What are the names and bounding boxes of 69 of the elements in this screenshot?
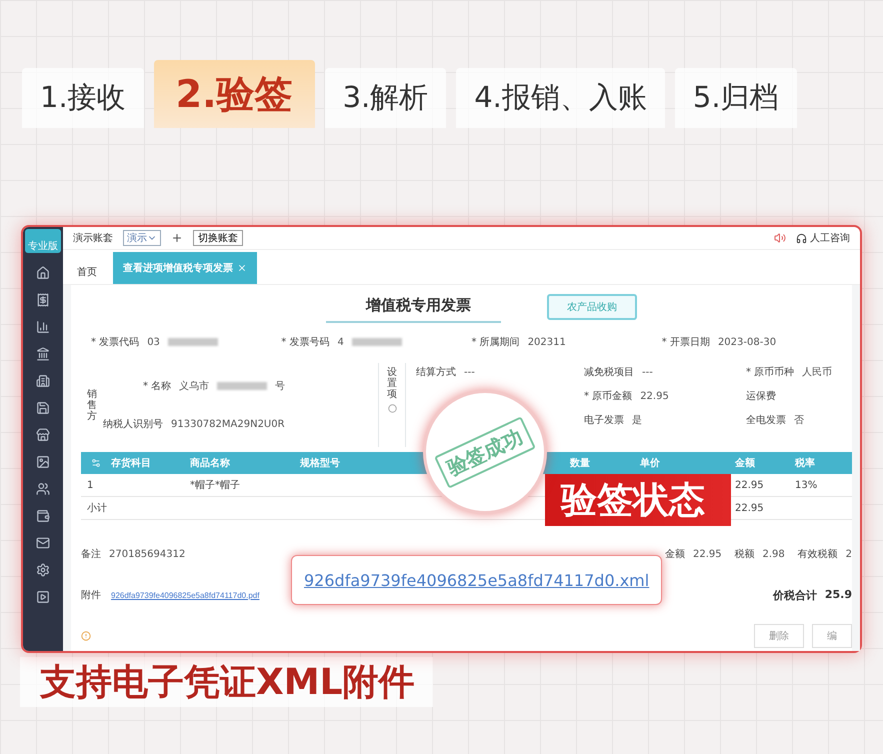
blurred-value bbox=[217, 382, 268, 390]
step-tab[interactable]: 2.验签 bbox=[154, 60, 315, 128]
seller-tax-id: 纳税人识别号 91330782MA29N2U0R bbox=[103, 418, 286, 431]
attachment-label: 附件 bbox=[81, 589, 101, 602]
seller-name: * 名称 义乌市 号 bbox=[143, 380, 286, 393]
table-cell-text: *帽子*帽子 bbox=[190, 479, 240, 492]
switch-button[interactable]: 切换账套 bbox=[193, 230, 243, 246]
step-tab[interactable]: 3.解析 bbox=[324, 68, 446, 128]
invoice-field: * 原币金额 22.95 bbox=[584, 389, 669, 403]
invoice-title: 增值税专用发票 bbox=[326, 292, 501, 322]
table-cell: 22.95 bbox=[735, 480, 764, 490]
invoice-field: 运保费 bbox=[746, 389, 776, 403]
speaker-icon bbox=[774, 232, 786, 244]
account-select[interactable]: 演示 bbox=[123, 230, 161, 246]
column-header: 数量 bbox=[570, 456, 590, 470]
people-icon[interactable] bbox=[36, 482, 50, 496]
page-tab[interactable]: 首页 bbox=[75, 260, 99, 284]
column-header: 商品名称 bbox=[190, 456, 230, 470]
chart-icon[interactable] bbox=[36, 320, 50, 334]
step-tab[interactable]: 1.接收 bbox=[22, 68, 144, 128]
step-tab[interactable]: 4.报销、入账 bbox=[456, 68, 665, 128]
support-link[interactable]: 人工咨询 bbox=[796, 231, 850, 245]
invoice-field: * 发票代码 03 bbox=[91, 335, 218, 349]
mail-icon[interactable] bbox=[36, 536, 50, 550]
caption: 支持电子凭证XML附件 bbox=[20, 657, 433, 707]
total-field: 金额 22.95 bbox=[665, 547, 722, 561]
column-header: 存货科目 bbox=[111, 456, 151, 470]
xml-callout: 926dfa9739fe4096825e5a8fd74117d0.xml bbox=[291, 555, 662, 605]
invoice-field: 减免税项目 --- bbox=[584, 365, 653, 379]
column-header: 单价 bbox=[640, 456, 660, 470]
play-icon[interactable] bbox=[36, 590, 50, 604]
total-field: 税额 2.98 bbox=[734, 547, 785, 561]
attachment-link[interactable]: 926dfa9739fe4096825e5a8fd74117d0.pdf bbox=[111, 590, 260, 600]
account-name: 演示账套 bbox=[73, 232, 113, 245]
add-icon[interactable] bbox=[171, 232, 183, 244]
settings-icon[interactable] bbox=[36, 563, 50, 577]
status-banner: 验签状态 bbox=[545, 474, 731, 526]
headset-icon bbox=[796, 232, 807, 244]
image-icon[interactable] bbox=[36, 455, 50, 469]
column-header: 金额 bbox=[735, 456, 755, 470]
warning-icon bbox=[81, 631, 91, 641]
invoice-field: * 开票日期 2023-08-30 bbox=[662, 335, 776, 349]
seller-heading: 销售方 bbox=[87, 388, 97, 422]
invoice-field: * 发票号码 4 bbox=[281, 335, 402, 349]
settings-label: 设置项 bbox=[387, 367, 397, 400]
invoice-field: 电子发票 是 bbox=[584, 413, 642, 427]
column-header: 规格型号 bbox=[300, 456, 340, 470]
receipt-icon[interactable] bbox=[36, 293, 50, 307]
bank-icon[interactable] bbox=[36, 347, 50, 361]
wallet-icon[interactable] bbox=[36, 509, 50, 523]
invoice-field: 全电发票 否 bbox=[746, 413, 804, 427]
column-header: 税率 bbox=[795, 456, 815, 470]
app-logo: 专业版 bbox=[25, 229, 61, 253]
table-cell: 13% bbox=[795, 480, 818, 490]
invoice-field: 结算方式 --- bbox=[416, 365, 475, 379]
invoice-field: * 所属期间 202311 bbox=[472, 335, 566, 349]
total-field: 有效税额 2 bbox=[798, 547, 852, 561]
circle-icon[interactable] bbox=[388, 404, 396, 413]
table-cell-text: 小计 bbox=[86, 502, 107, 515]
store-icon[interactable] bbox=[36, 428, 50, 442]
grand-total: 价税合计 25.9 bbox=[772, 588, 852, 602]
building-icon[interactable] bbox=[36, 374, 50, 388]
table-cell-text: 1 bbox=[86, 480, 94, 490]
save-icon[interactable] bbox=[36, 401, 50, 415]
table-cell: 22.95 bbox=[735, 502, 764, 514]
step-tab[interactable]: 5.归档 bbox=[674, 68, 797, 128]
remark-field: 备注 270185694312 bbox=[81, 547, 186, 561]
home-icon[interactable] bbox=[36, 266, 50, 280]
invoice-field: * 原币币种 人民币 bbox=[746, 365, 832, 379]
